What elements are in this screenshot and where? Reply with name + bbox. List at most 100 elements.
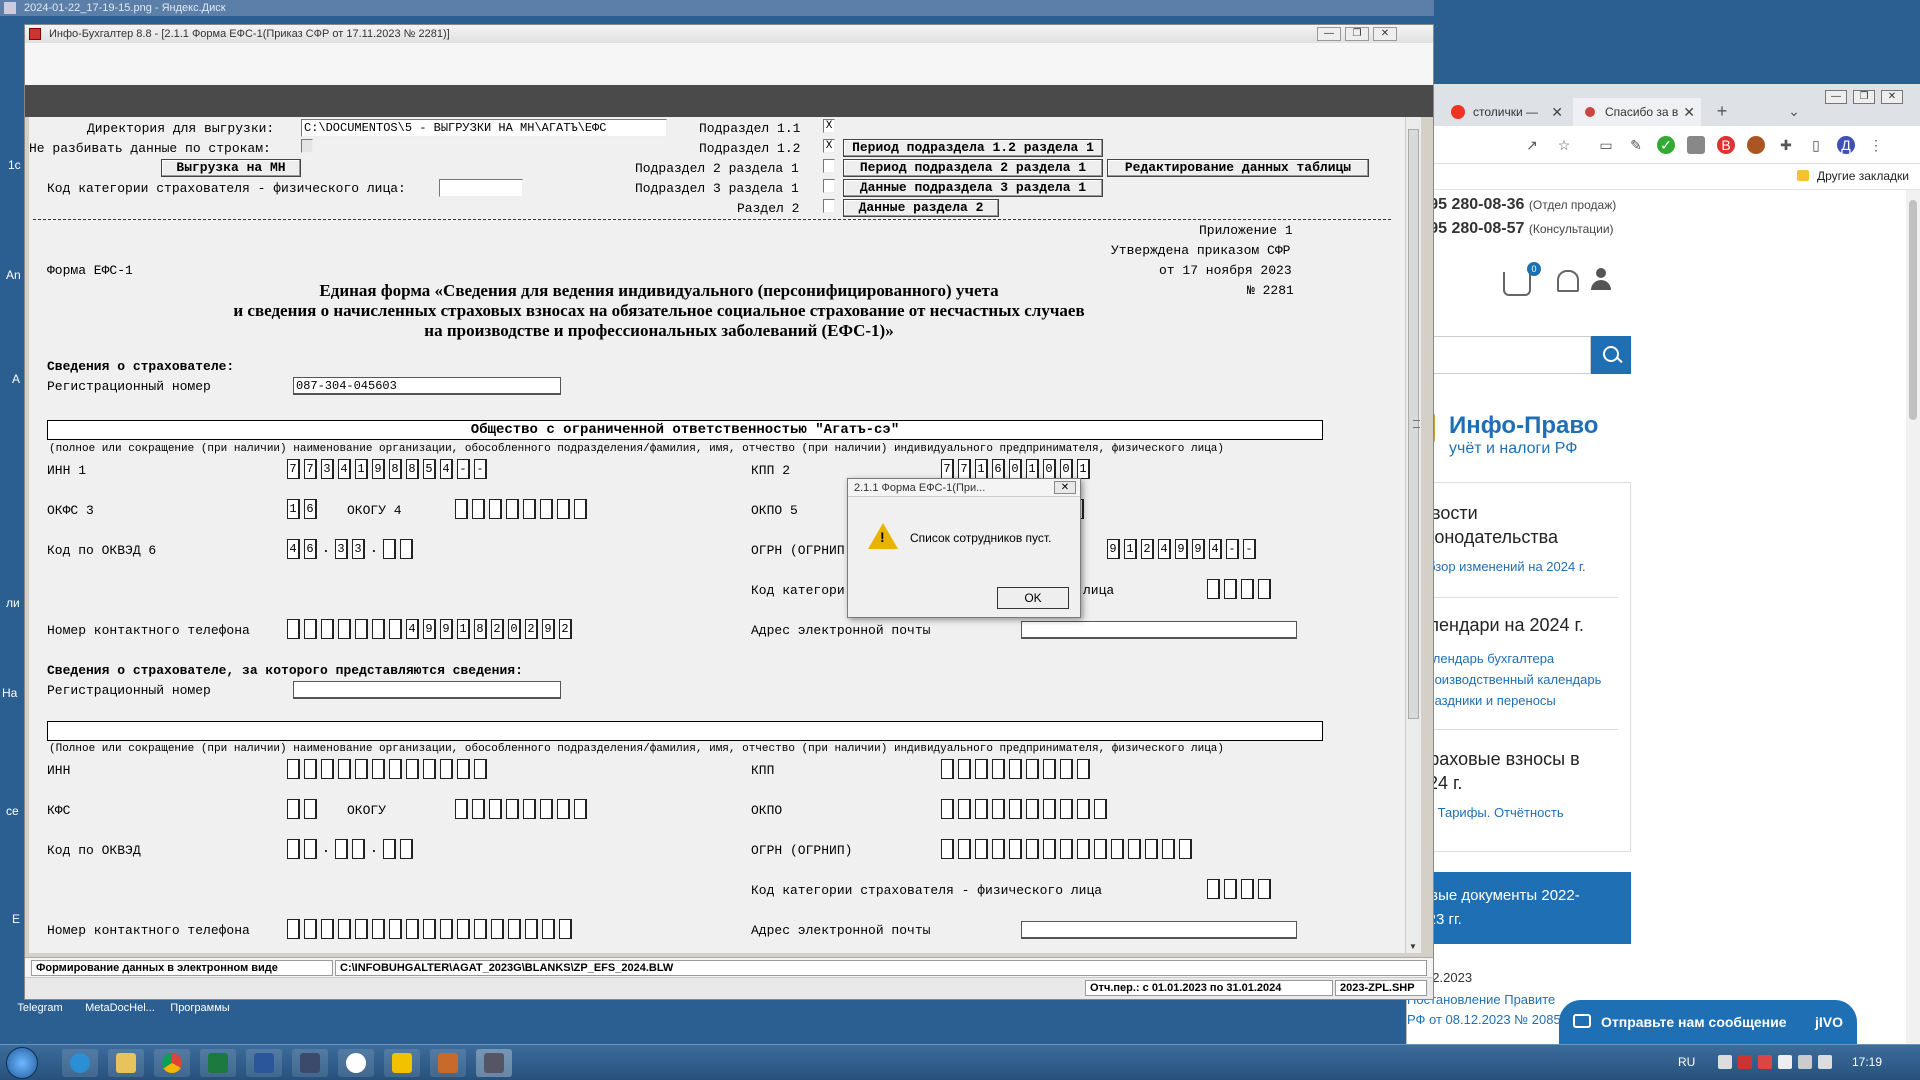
- desktop-icon-programs[interactable]: Программы: [160, 1002, 240, 1014]
- email-input[interactable]: [1021, 621, 1297, 639]
- digit-cell[interactable]: 4: [338, 459, 351, 479]
- digit-cell[interactable]: [389, 619, 402, 639]
- chat-widget-button[interactable]: Отправьте нам сообщение jIVO: [1559, 1000, 1857, 1044]
- digit-cell[interactable]: [474, 919, 487, 939]
- digit-cell[interactable]: 3: [321, 459, 334, 479]
- digit-cell[interactable]: [1258, 579, 1271, 599]
- taskbar-save-app[interactable]: [292, 1049, 328, 1077]
- section-link[interactable]: Календарь бухгалтера: [1418, 651, 1554, 666]
- digit-cell[interactable]: 4: [287, 539, 300, 559]
- close-icon[interactable]: ✕: [1881, 90, 1903, 104]
- digit-cell[interactable]: [1207, 879, 1220, 899]
- digit-cell[interactable]: 1: [975, 459, 988, 479]
- digit-cell[interactable]: [423, 759, 436, 779]
- digit-cell[interactable]: [1009, 759, 1022, 779]
- digit-cell[interactable]: [1094, 799, 1107, 819]
- bell-icon[interactable]: [1557, 270, 1579, 292]
- digit-cell[interactable]: 0: [1009, 459, 1022, 479]
- digit-cell[interactable]: [372, 759, 385, 779]
- digit-cell[interactable]: -: [1226, 539, 1239, 559]
- digit-cell[interactable]: [423, 919, 436, 939]
- section-title[interactable]: Календари на 2024 г.: [1408, 613, 1584, 637]
- digit-cell[interactable]: [975, 839, 988, 859]
- digit-cell[interactable]: [1258, 879, 1271, 899]
- digit-cell[interactable]: [355, 759, 368, 779]
- digit-cell[interactable]: [1162, 839, 1175, 859]
- tray-network-icon[interactable]: [1758, 1055, 1772, 1069]
- digit-cell[interactable]: [1009, 839, 1022, 859]
- taskbar-excel[interactable]: [200, 1049, 236, 1077]
- no-split-checkbox[interactable]: [301, 139, 313, 153]
- digit-cell[interactable]: [389, 919, 402, 939]
- extension-owl-icon[interactable]: [1747, 136, 1765, 154]
- digit-cell[interactable]: 0: [508, 619, 521, 639]
- minimize-icon[interactable]: —: [1825, 90, 1847, 104]
- digit-cell[interactable]: 9: [440, 619, 453, 639]
- sub11-checkbox[interactable]: X: [823, 119, 835, 133]
- digit-cell[interactable]: 1: [1124, 539, 1137, 559]
- browser-tab[interactable]: столички — ✕: [1441, 98, 1569, 126]
- digit-cell[interactable]: [958, 839, 971, 859]
- form-scrollbar[interactable]: ▼: [1405, 117, 1421, 953]
- digit-cell[interactable]: 8: [389, 459, 402, 479]
- digit-cell[interactable]: [1241, 879, 1254, 899]
- digit-cell[interactable]: [287, 759, 300, 779]
- okogu-cells[interactable]: [455, 499, 587, 519]
- digit-cell[interactable]: 1: [1026, 459, 1039, 479]
- digit-cell[interactable]: [304, 799, 317, 819]
- digit-cell[interactable]: -: [457, 459, 470, 479]
- inn2-cells[interactable]: [287, 759, 487, 779]
- digit-cell[interactable]: [372, 919, 385, 939]
- org-name2-field[interactable]: [47, 721, 1323, 741]
- digit-cell[interactable]: 4: [1209, 539, 1222, 559]
- volume-icon[interactable]: [1818, 1055, 1832, 1069]
- digit-cell[interactable]: 2: [491, 619, 504, 639]
- digit-cell[interactable]: 6: [304, 499, 317, 519]
- clock[interactable]: 17:19: [1852, 1055, 1882, 1069]
- digit-cell[interactable]: [355, 619, 368, 639]
- digit-cell[interactable]: [975, 799, 988, 819]
- digit-cell[interactable]: [1026, 799, 1039, 819]
- digit-cell[interactable]: [525, 919, 538, 939]
- phone-cells[interactable]: 4991820292: [287, 619, 572, 639]
- sub2-checkbox[interactable]: [823, 159, 835, 173]
- phone2-cells[interactable]: [287, 919, 572, 939]
- okved-cells-part[interactable]: 33: [335, 539, 365, 559]
- digit-cell[interactable]: 7: [958, 459, 971, 479]
- digit-cell[interactable]: 9: [372, 459, 385, 479]
- language-indicator[interactable]: RU: [1678, 1055, 1695, 1069]
- digit-cell[interactable]: [506, 799, 519, 819]
- digit-cell[interactable]: [400, 539, 413, 559]
- digit-cell[interactable]: 0: [1060, 459, 1073, 479]
- digit-cell[interactable]: [1224, 879, 1237, 899]
- okved-cells-part[interactable]: [383, 539, 413, 559]
- category-code-cells[interactable]: [1207, 579, 1271, 599]
- digit-cell[interactable]: [287, 839, 300, 859]
- digit-cell[interactable]: [523, 499, 536, 519]
- digit-cell[interactable]: 2: [1141, 539, 1154, 559]
- digit-cell[interactable]: [304, 919, 317, 939]
- translate-icon[interactable]: ✎: [1627, 136, 1645, 154]
- puzzle-icon[interactable]: ✚: [1777, 136, 1795, 154]
- digit-cell[interactable]: 2: [525, 619, 538, 639]
- digit-cell[interactable]: 9: [1175, 539, 1188, 559]
- export-dir-input[interactable]: C:\DOCUMENTOS\5 - ВЫГРУЗКИ НА МН\АГАТЪ\Е…: [301, 119, 667, 137]
- digit-cell[interactable]: [383, 839, 396, 859]
- data-sec2-button[interactable]: Данные раздела 2: [843, 199, 999, 217]
- digit-cell[interactable]: [557, 799, 570, 819]
- search-button[interactable]: [1591, 336, 1631, 374]
- digit-cell[interactable]: [1060, 759, 1073, 779]
- taskbar-archive[interactable]: [430, 1049, 466, 1077]
- okved2-cells-part[interactable]: [335, 839, 365, 859]
- period-sub12-button[interactable]: Период подраздела 1.2 раздела 1: [843, 139, 1103, 157]
- edit-table-button[interactable]: Редактирование данных таблицы: [1107, 159, 1369, 177]
- digit-cell[interactable]: 7: [941, 459, 954, 479]
- digit-cell[interactable]: 4: [1158, 539, 1171, 559]
- digit-cell[interactable]: 0: [1043, 459, 1056, 479]
- org-name-field[interactable]: Общество с ограниченной ответственностью…: [47, 420, 1323, 440]
- digit-cell[interactable]: [559, 919, 572, 939]
- digit-cell[interactable]: 9: [423, 619, 436, 639]
- digit-cell[interactable]: [1043, 799, 1056, 819]
- taskbar-skype[interactable]: [384, 1049, 420, 1077]
- digit-cell[interactable]: 5: [423, 459, 436, 479]
